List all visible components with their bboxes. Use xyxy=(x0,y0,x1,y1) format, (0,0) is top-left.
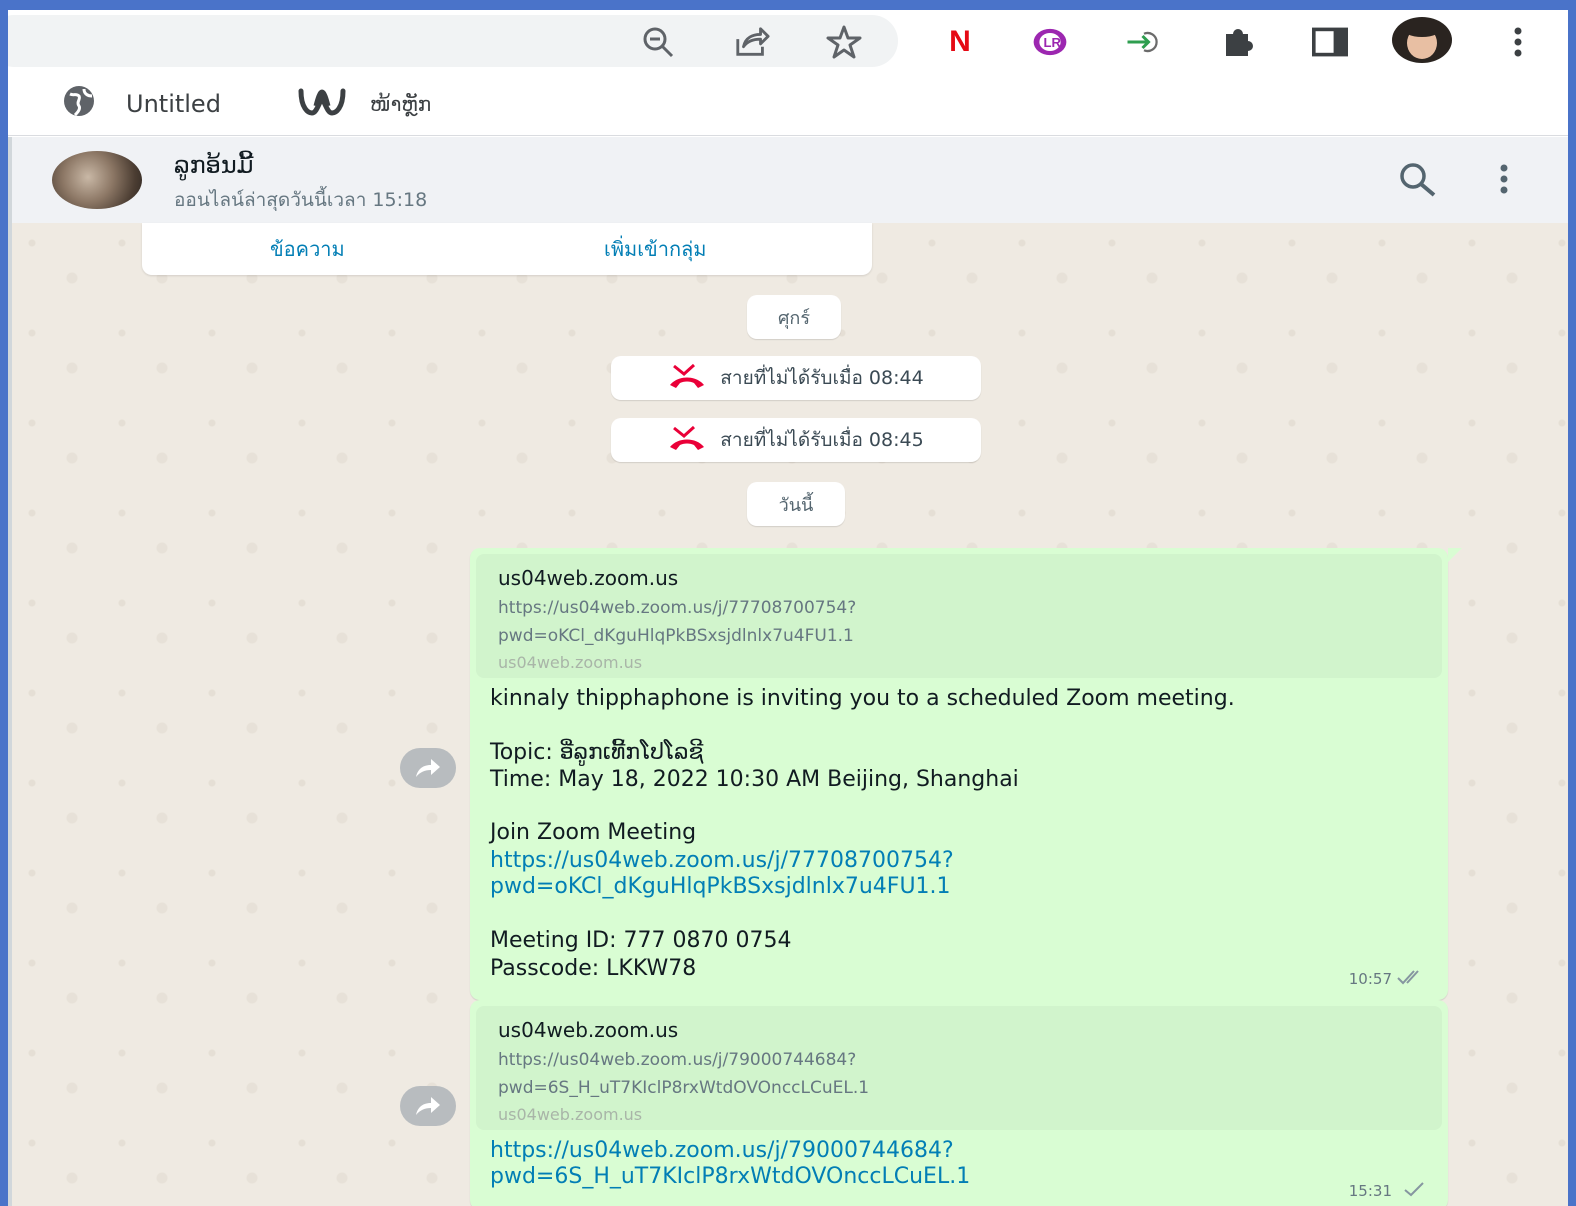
last-seen-status: ออนไลน์ล่าสุดวันนี้เวลา 15:18 xyxy=(174,189,428,211)
netflix-extension-icon[interactable]: N xyxy=(942,24,978,60)
missed-call-notice: สายที่ไม่ได้รับเมื่อ 08:45 xyxy=(611,418,981,462)
chat-menu-icon[interactable] xyxy=(1498,163,1510,199)
message-text: Passcode: LKKW78 xyxy=(490,956,697,981)
missed-call-notice: สายที่ไม่ได้รับเมื่อ 08:44 xyxy=(611,356,981,400)
profile-avatar[interactable] xyxy=(1390,16,1454,64)
message-link[interactable]: https://us04web.zoom.us/j/77708700754? xyxy=(490,848,954,873)
missed-call-text: สายที่ไม่ได้รับเมื่อ 08:44 xyxy=(720,367,924,389)
login-arrow-extension-icon[interactable] xyxy=(1126,24,1162,60)
contact-actions-card: ข้อความ เพิ่มเข้ากลุ่ม xyxy=(142,223,872,275)
chat-header[interactable]: ລູກອ້ນມີ້ ออนไลน์ล่าสุดวันนี้เวลา 15:18 xyxy=(8,137,1568,223)
link-preview-site: us04web.zoom.us xyxy=(498,1018,679,1042)
message-timestamp: 10:57 xyxy=(1348,970,1392,988)
message-text: Meeting ID: 777 0870 0754 xyxy=(490,928,792,953)
message-text: Time: May 18, 2022 10:30 AM Beijing, Sha… xyxy=(490,767,1019,792)
browser-toolbar: N LR xyxy=(8,10,1568,72)
message-link[interactable]: https://us04web.zoom.us/j/79000744684? xyxy=(490,1138,954,1163)
forward-message-button[interactable] xyxy=(400,1086,456,1126)
contact-name[interactable]: ລູກອ້ນມີ້ xyxy=(174,151,254,179)
svg-text:LR: LR xyxy=(1043,35,1061,50)
bookmark-label: ໜ້າຫຼັກ xyxy=(370,92,432,116)
link-preview-card[interactable]: us04web.zoom.us https://us04web.zoom.us/… xyxy=(476,554,1442,678)
bookmark-star-icon[interactable] xyxy=(826,24,862,60)
sent-single-tick-icon xyxy=(1402,1180,1426,1203)
bubble-tail xyxy=(1448,548,1462,562)
weebly-w-icon xyxy=(298,86,346,122)
link-preview-site: us04web.zoom.us xyxy=(498,566,679,590)
extensions-puzzle-icon[interactable] xyxy=(1220,24,1256,60)
link-preview-domain: us04web.zoom.us xyxy=(498,653,643,672)
date-divider-today: วันนี้ xyxy=(747,482,845,526)
link-preview-domain: us04web.zoom.us xyxy=(498,1105,643,1124)
forward-arrow-icon xyxy=(416,759,440,777)
read-double-tick-icon xyxy=(1396,968,1426,991)
contact-avatar[interactable] xyxy=(52,151,142,209)
zoom-out-icon[interactable] xyxy=(640,24,676,60)
message-text: Join Zoom Meeting xyxy=(490,820,697,845)
missed-call-icon xyxy=(668,363,706,394)
forward-message-button[interactable] xyxy=(400,748,456,788)
bookmarks-bar: Untitled ໜ້າຫຼັກ xyxy=(8,72,1568,136)
share-icon[interactable] xyxy=(734,24,770,60)
add-to-group-action[interactable]: เพิ่มเข้ากลุ่ม xyxy=(604,233,707,265)
bookmark-label: Untitled xyxy=(126,90,221,118)
link-preview-url: pwd=oKCl_dKguHlqPkBSxsjdlnlx7u4FU1.1 xyxy=(498,626,854,646)
link-preview-card[interactable]: us04web.zoom.us https://us04web.zoom.us/… xyxy=(476,1006,1442,1130)
globe-icon xyxy=(62,84,102,124)
browser-window: N LR Untitled ໜ້າຫຼັກ ລູກອ້ນມີ້ ออนไลน์ล… xyxy=(8,10,1568,1206)
outgoing-message-bubble[interactable]: us04web.zoom.us https://us04web.zoom.us/… xyxy=(470,548,1462,1000)
forward-arrow-icon xyxy=(416,1097,440,1115)
menu-kebab-icon[interactable] xyxy=(1500,24,1536,60)
date-divider-label: วันนี้ xyxy=(778,494,814,516)
side-panel-icon[interactable] xyxy=(1312,24,1348,60)
chat-messages-area[interactable]: ข้อความ เพิ่มเข้ากลุ่ม ศุกร์ สายที่ไม่ได… xyxy=(8,223,1568,1206)
message-link[interactable]: pwd=oKCl_dKguHlqPkBSxsjdlnlx7u4FU1.1 xyxy=(490,874,951,899)
message-link[interactable]: pwd=6S_H_uT7KIclP8rxWtdOVOnccLCuEL.1 xyxy=(490,1164,970,1189)
link-preview-url: pwd=6S_H_uT7KIclP8rxWtdOVOnccLCuEL.1 xyxy=(498,1078,870,1098)
date-divider-friday: ศุกร์ xyxy=(747,295,841,339)
bookmark-home[interactable]: ໜ້າຫຼັກ xyxy=(298,84,431,124)
netflix-letter: N xyxy=(949,25,971,58)
outgoing-message-bubble[interactable]: us04web.zoom.us https://us04web.zoom.us/… xyxy=(470,1000,1448,1206)
date-divider-label: ศุกร์ xyxy=(778,307,810,329)
language-reactor-extension-icon[interactable]: LR xyxy=(1032,24,1068,60)
message-timestamp: 15:31 xyxy=(1348,1182,1392,1200)
message-action[interactable]: ข้อความ xyxy=(270,233,345,265)
search-icon[interactable] xyxy=(1398,161,1438,203)
missed-call-icon xyxy=(668,425,706,456)
link-preview-url: https://us04web.zoom.us/j/79000744684? xyxy=(498,1050,857,1070)
message-text: Topic: ອີ່ລູກເທີ້ກໂປໂລຊີ xyxy=(490,740,704,765)
message-text: kinnaly thipphaphone is inviting you to … xyxy=(490,686,1235,711)
missed-call-text: สายที่ไม่ได้รับเมื่อ 08:45 xyxy=(720,429,924,451)
link-preview-url: https://us04web.zoom.us/j/77708700754? xyxy=(498,598,857,618)
bookmark-untitled[interactable]: Untitled xyxy=(62,84,221,124)
